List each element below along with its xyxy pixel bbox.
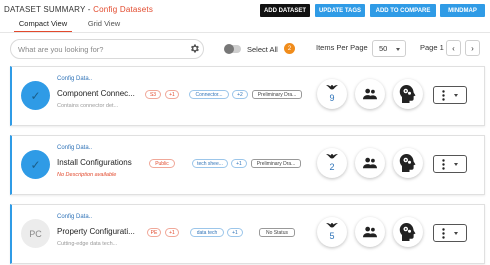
items-per-page-select[interactable]: 50 bbox=[372, 40, 406, 57]
card-menu-button[interactable] bbox=[433, 155, 467, 173]
update-tags-button[interactable]: UPDATE TAGS bbox=[315, 4, 365, 17]
brain-head-icon bbox=[399, 85, 416, 103]
dataset-card[interactable]: PC Config Data.. Property Configurati...… bbox=[10, 204, 485, 264]
chevron-right-icon: › bbox=[471, 43, 474, 53]
people-icon bbox=[363, 88, 377, 100]
card-breadcrumb[interactable]: Config Data.. bbox=[57, 76, 92, 82]
toolbar: Select All 2 Items Per Page 50 Page 1 ‹ … bbox=[0, 37, 490, 61]
usage-count: 5 bbox=[329, 231, 335, 241]
tag-chip[interactable]: S3 bbox=[145, 90, 161, 99]
selected-avatar[interactable]: ✓ bbox=[21, 150, 50, 179]
category-chip[interactable]: tech shee... bbox=[192, 159, 228, 168]
chevron-left-icon: ‹ bbox=[452, 43, 455, 53]
dataset-card[interactable]: ✓ Config Data.. Component Connec... Cont… bbox=[10, 66, 485, 126]
page-indicator: Page 1 bbox=[420, 43, 444, 52]
prev-page-button[interactable]: ‹ bbox=[446, 40, 461, 56]
usage-count: 2 bbox=[329, 162, 335, 172]
card-description: Cutting-edge data tech... bbox=[57, 241, 118, 247]
selected-avatar[interactable]: ✓ bbox=[21, 81, 50, 110]
items-per-page-value: 50 bbox=[379, 44, 388, 53]
category-more-chip[interactable]: +1 bbox=[227, 228, 243, 237]
usage-stat[interactable]: 2 bbox=[317, 148, 347, 178]
items-per-page-label: Items Per Page bbox=[316, 43, 368, 52]
insights-stat[interactable] bbox=[393, 148, 423, 178]
page-title: DATASET SUMMARY - Config Datasets bbox=[4, 5, 153, 14]
select-all-label: Select All bbox=[247, 45, 278, 54]
tag-chip[interactable]: PE bbox=[147, 228, 161, 237]
check-icon: ✓ bbox=[30, 88, 41, 103]
next-page-button[interactable]: › bbox=[465, 40, 480, 56]
bird-icon bbox=[326, 85, 338, 90]
check-icon: ✓ bbox=[30, 157, 41, 172]
bird-icon bbox=[326, 154, 338, 159]
usage-count: 9 bbox=[329, 93, 335, 103]
status-chip: Preliminary Dra... bbox=[252, 90, 302, 99]
card-menu-button[interactable] bbox=[433, 86, 467, 104]
usage-stat[interactable]: 9 bbox=[317, 79, 347, 109]
brain-head-icon bbox=[399, 223, 416, 241]
avatar[interactable]: PC bbox=[21, 219, 50, 248]
add-to-compare-button[interactable]: ADD TO COMPARE bbox=[370, 4, 436, 17]
tag-more-chip[interactable]: +1 bbox=[165, 90, 179, 99]
search-input[interactable] bbox=[18, 44, 178, 55]
more-vertical-icon bbox=[442, 159, 445, 170]
status-chip: Preliminary Dra... bbox=[251, 159, 301, 168]
mindmap-button[interactable]: MINDMAP bbox=[440, 4, 485, 17]
card-title[interactable]: Property Configurati... bbox=[57, 227, 137, 236]
tab-compact-view[interactable]: Compact View bbox=[14, 19, 72, 33]
users-stat[interactable] bbox=[355, 217, 385, 247]
card-breadcrumb[interactable]: Config Data.. bbox=[57, 145, 92, 151]
usage-stat[interactable]: 5 bbox=[317, 217, 347, 247]
people-icon bbox=[363, 157, 377, 169]
page-title-prefix: DATASET SUMMARY - bbox=[4, 5, 94, 14]
dataset-card[interactable]: ✓ Config Data.. Install Configurations N… bbox=[10, 135, 485, 195]
caret-down-icon bbox=[454, 163, 458, 166]
card-description: No Description available bbox=[57, 172, 117, 178]
category-chip[interactable]: Connector... bbox=[189, 90, 229, 99]
card-title[interactable]: Install Configurations bbox=[57, 158, 137, 167]
bird-icon bbox=[326, 223, 338, 228]
people-icon bbox=[363, 226, 377, 238]
search-box bbox=[10, 39, 204, 59]
tabs-divider bbox=[0, 32, 490, 33]
status-chip: No Status bbox=[259, 228, 295, 237]
brain-head-icon bbox=[399, 154, 416, 172]
insights-stat[interactable] bbox=[393, 79, 423, 109]
caret-down-icon bbox=[454, 232, 458, 235]
view-tabs: Compact View Grid View bbox=[0, 17, 490, 33]
tag-chip[interactable]: Public bbox=[149, 159, 175, 168]
category-chip[interactable]: data tech bbox=[190, 228, 224, 237]
category-more-chip[interactable]: +1 bbox=[231, 159, 247, 168]
page-title-dataset: Config Datasets bbox=[93, 5, 154, 14]
card-title[interactable]: Component Connec... bbox=[57, 89, 137, 98]
card-breadcrumb[interactable]: Config Data.. bbox=[57, 214, 92, 220]
tab-grid-view[interactable]: Grid View bbox=[84, 19, 124, 33]
gear-icon[interactable] bbox=[189, 43, 200, 54]
card-menu-button[interactable] bbox=[433, 224, 467, 242]
more-vertical-icon bbox=[442, 90, 445, 101]
more-vertical-icon bbox=[442, 228, 445, 239]
tag-more-chip[interactable]: +1 bbox=[165, 228, 179, 237]
insights-stat[interactable] bbox=[393, 217, 423, 247]
add-dataset-button[interactable]: ADD DATASET bbox=[260, 4, 310, 17]
users-stat[interactable] bbox=[355, 79, 385, 109]
card-description: Contains connector det... bbox=[57, 103, 119, 109]
users-stat[interactable] bbox=[355, 148, 385, 178]
select-all-toggle[interactable] bbox=[224, 44, 241, 54]
category-more-chip[interactable]: +2 bbox=[232, 90, 248, 99]
selected-count-badge: 2 bbox=[284, 43, 295, 54]
caret-down-icon bbox=[454, 94, 458, 97]
caret-down-icon bbox=[396, 48, 400, 51]
